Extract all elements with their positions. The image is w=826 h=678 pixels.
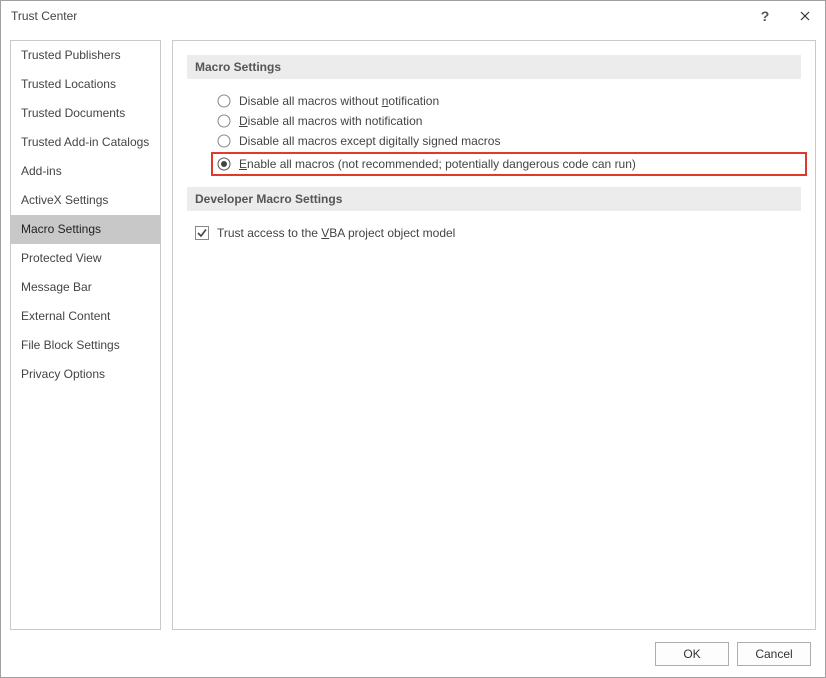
radio-disable-no-notification[interactable]: Disable all macros without notification: [217, 91, 801, 111]
radio-disable-except-signed[interactable]: Disable all macros except digitally sign…: [217, 131, 801, 151]
developer-macro-settings-header: Developer Macro Settings: [187, 187, 801, 211]
sidebar: Trusted PublishersTrusted LocationsTrust…: [10, 40, 161, 630]
content-pane: Macro Settings Disable all macros withou…: [172, 40, 816, 630]
titlebar: Trust Center ?: [1, 1, 825, 31]
checkbox-trust-vba[interactable]: Trust access to the VBA project object m…: [195, 223, 801, 243]
radio-enable-all-macros[interactable]: Enable all macros (not recommended; pote…: [211, 152, 807, 176]
close-button[interactable]: [785, 1, 825, 31]
sidebar-item-macro-settings[interactable]: Macro Settings: [11, 215, 160, 244]
radio-label: Enable all macros (not recommended; pote…: [239, 157, 636, 171]
radio-icon: [217, 114, 231, 128]
macro-settings-header: Macro Settings: [187, 55, 801, 79]
help-button[interactable]: ?: [745, 1, 785, 31]
sidebar-item-message-bar[interactable]: Message Bar: [11, 273, 160, 302]
checkbox-checked-icon: [195, 226, 209, 240]
radio-label: Disable all macros without notification: [239, 94, 439, 108]
radio-label: Disable all macros except digitally sign…: [239, 134, 500, 148]
checkbox-label: Trust access to the VBA project object m…: [217, 226, 455, 240]
sidebar-item-privacy-options[interactable]: Privacy Options: [11, 360, 160, 389]
window-title: Trust Center: [11, 9, 77, 23]
sidebar-item-trusted-publishers[interactable]: Trusted Publishers: [11, 41, 160, 70]
trust-center-dialog: Trust Center ? Trusted PublishersTrusted…: [0, 0, 826, 678]
radio-icon: [217, 94, 231, 108]
sidebar-item-trusted-locations[interactable]: Trusted Locations: [11, 70, 160, 99]
sidebar-item-external-content[interactable]: External Content: [11, 302, 160, 331]
radio-selected-icon: [217, 157, 231, 171]
sidebar-item-protected-view[interactable]: Protected View: [11, 244, 160, 273]
sidebar-item-trusted-documents[interactable]: Trusted Documents: [11, 99, 160, 128]
dialog-footer: OK Cancel: [1, 630, 825, 677]
sidebar-item-file-block-settings[interactable]: File Block Settings: [11, 331, 160, 360]
sidebar-item-add-ins[interactable]: Add-ins: [11, 157, 160, 186]
ok-button[interactable]: OK: [655, 642, 729, 666]
radio-label: Disable all macros with notification: [239, 114, 422, 128]
macro-options: Disable all macros without notification …: [187, 91, 801, 187]
sidebar-item-activex-settings[interactable]: ActiveX Settings: [11, 186, 160, 215]
cancel-button[interactable]: Cancel: [737, 642, 811, 666]
radio-disable-with-notification[interactable]: Disable all macros with notification: [217, 111, 801, 131]
close-icon: [800, 8, 810, 24]
sidebar-item-trusted-add-in-catalogs[interactable]: Trusted Add-in Catalogs: [11, 128, 160, 157]
radio-icon: [217, 134, 231, 148]
